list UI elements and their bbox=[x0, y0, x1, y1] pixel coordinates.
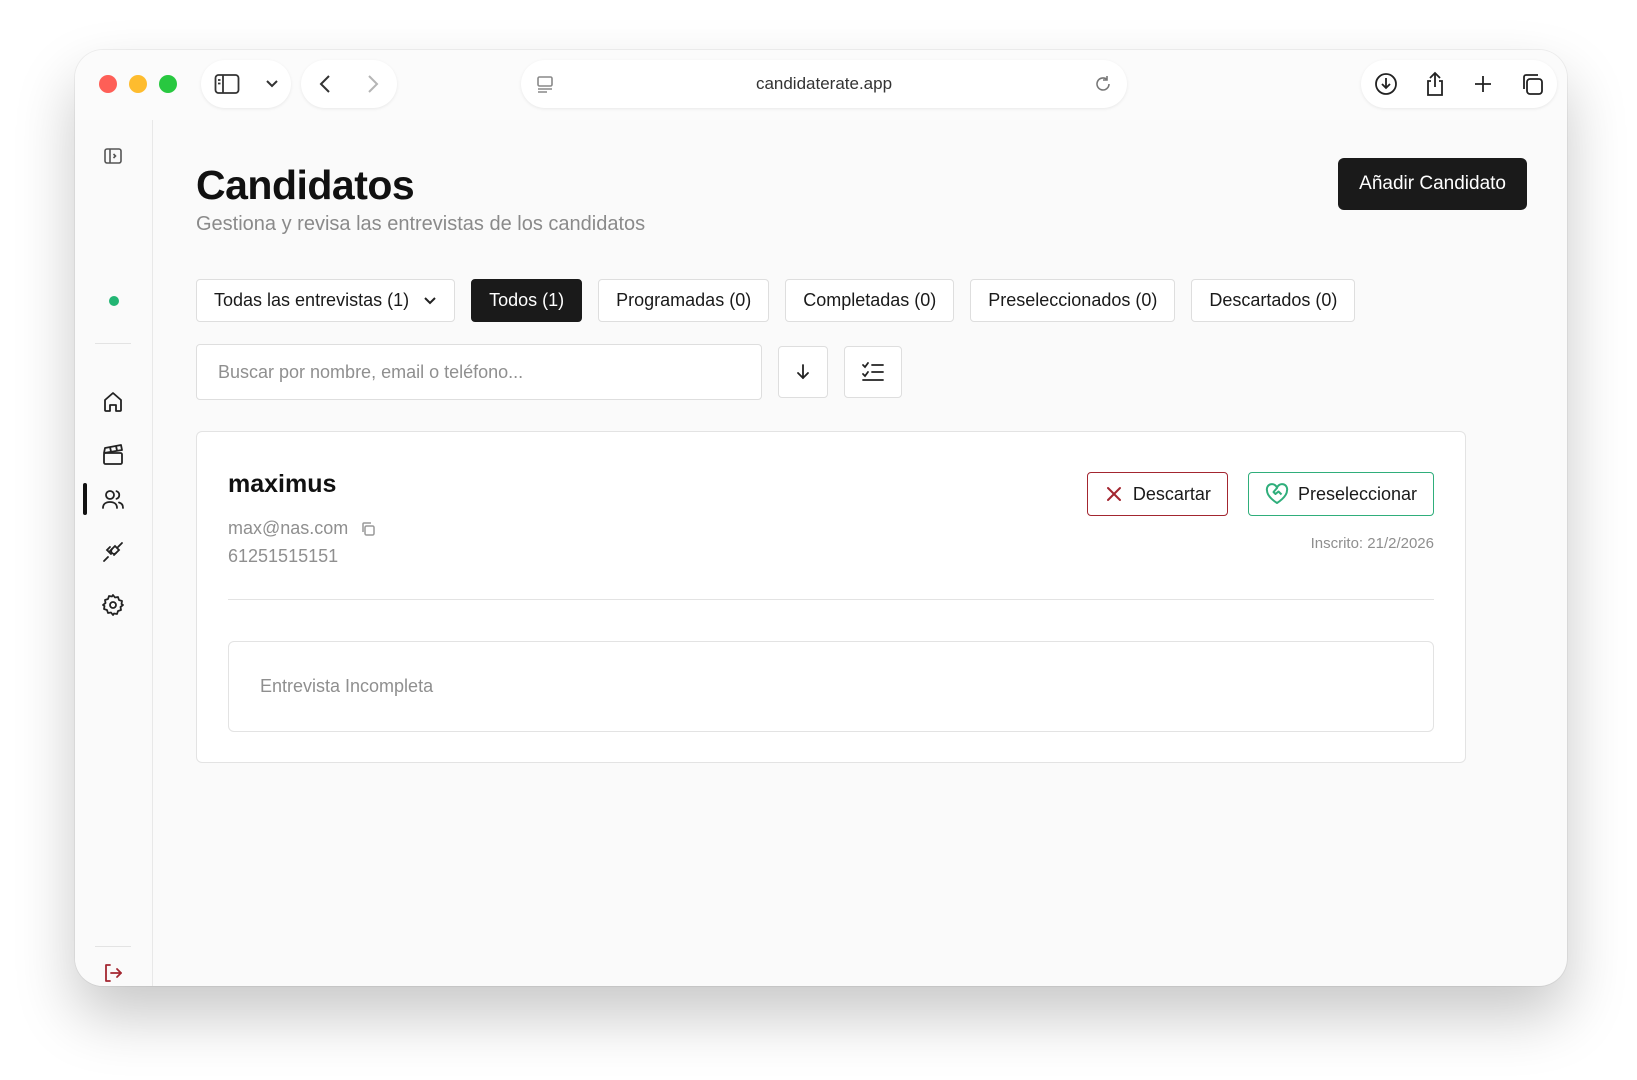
active-item-indicator bbox=[83, 483, 87, 515]
interview-filter-label: Todas las entrevistas (1) bbox=[214, 290, 410, 310]
filter-chip-descartados[interactable]: Descartados (0) bbox=[1191, 279, 1356, 322]
filter-bar: Todas las entrevistas (1) Todos (1) Prog… bbox=[196, 279, 1356, 322]
download-icon[interactable] bbox=[1374, 72, 1398, 96]
sidebar-divider bbox=[95, 343, 131, 344]
close-icon bbox=[1104, 484, 1124, 504]
sidebar-toggle-group bbox=[201, 60, 291, 108]
close-window-button[interactable] bbox=[99, 75, 117, 93]
tab-overview-icon[interactable] bbox=[1520, 72, 1544, 96]
page-title: Candidatos bbox=[196, 162, 415, 208]
url-text: candidaterate.app bbox=[755, 74, 893, 93]
navigation-buttons bbox=[301, 60, 397, 108]
discard-button[interactable]: Descartar bbox=[1086, 472, 1228, 516]
shortlist-label: Preseleccionar bbox=[1297, 483, 1417, 504]
interview-status: Entrevista Incompleta bbox=[260, 676, 434, 696]
sidebar-icon[interactable] bbox=[214, 73, 240, 95]
search-row bbox=[196, 344, 902, 400]
filter-chip-todos[interactable]: Todos (1) bbox=[471, 279, 583, 322]
address-bar[interactable]: candidaterate.app bbox=[521, 60, 1127, 108]
back-arrow-icon[interactable] bbox=[318, 73, 332, 95]
enrolled-date: Inscrito: 21/2/2026 bbox=[1310, 535, 1434, 552]
shortlist-button[interactable]: Preseleccionar bbox=[1247, 472, 1434, 516]
search-input[interactable] bbox=[196, 344, 762, 400]
zoom-window-button[interactable] bbox=[159, 75, 177, 93]
interview-status-box: Entrevista Incompleta bbox=[228, 641, 1434, 732]
filter-chip-preseleccionados[interactable]: Preseleccionados (0) bbox=[970, 279, 1176, 322]
discard-label: Descartar bbox=[1132, 483, 1211, 504]
forward-arrow-icon[interactable] bbox=[366, 73, 380, 95]
candidate-email: max@nas.com bbox=[228, 518, 349, 538]
window-controls bbox=[99, 75, 177, 93]
chevron-down-icon bbox=[423, 296, 437, 306]
copy-icon[interactable] bbox=[360, 521, 376, 537]
chevron-down-icon[interactable] bbox=[265, 79, 279, 89]
checklist-icon bbox=[861, 361, 885, 383]
home-icon[interactable] bbox=[101, 390, 125, 414]
minimize-window-button[interactable] bbox=[129, 75, 147, 93]
sort-button[interactable] bbox=[778, 346, 828, 398]
logout-icon[interactable] bbox=[101, 961, 125, 985]
page-menu-icon[interactable] bbox=[535, 74, 555, 94]
page-subtitle: Gestiona y revisa las entrevistas de los… bbox=[196, 213, 646, 235]
share-icon[interactable] bbox=[1424, 71, 1446, 97]
card-divider bbox=[228, 599, 1434, 600]
gear-icon[interactable] bbox=[101, 593, 125, 617]
filter-chip-completadas[interactable]: Completadas (0) bbox=[785, 279, 955, 322]
sidebar-toggle-icon[interactable] bbox=[101, 144, 125, 168]
add-candidate-button[interactable]: Añadir Candidato bbox=[1338, 158, 1527, 210]
browser-window: candidaterate.app Candidatos Gestiona y … bbox=[75, 50, 1567, 986]
status-dot bbox=[109, 296, 119, 306]
candidate-email-row: max@nas.com bbox=[228, 518, 376, 539]
interview-filter-dropdown[interactable]: Todas las entrevistas (1) bbox=[196, 279, 456, 322]
candidate-actions: Descartar Preseleccionar bbox=[1086, 472, 1434, 516]
candidate-name: maximus bbox=[228, 470, 337, 498]
browser-toolbar: candidaterate.app bbox=[75, 50, 1567, 120]
bulk-select-button[interactable] bbox=[844, 346, 902, 398]
candidate-card: maximus max@nas.com 61251515151 Descarta… bbox=[196, 431, 1466, 763]
plug-icon[interactable] bbox=[101, 540, 125, 564]
main-content: Candidatos Gestiona y revisa las entrevi… bbox=[154, 120, 1567, 986]
users-icon[interactable] bbox=[101, 487, 125, 511]
filter-chip-programadas[interactable]: Programadas (0) bbox=[598, 279, 770, 322]
arrow-down-icon bbox=[793, 362, 813, 382]
app-sidebar bbox=[75, 120, 153, 986]
new-tab-plus-icon[interactable] bbox=[1472, 73, 1494, 95]
heart-handshake-icon bbox=[1265, 483, 1289, 505]
toolbar-actions bbox=[1361, 60, 1557, 108]
sidebar-divider bbox=[95, 946, 131, 947]
clapperboard-icon[interactable] bbox=[101, 443, 125, 467]
reload-icon[interactable] bbox=[1093, 74, 1113, 94]
candidate-phone: 61251515151 bbox=[228, 546, 339, 566]
